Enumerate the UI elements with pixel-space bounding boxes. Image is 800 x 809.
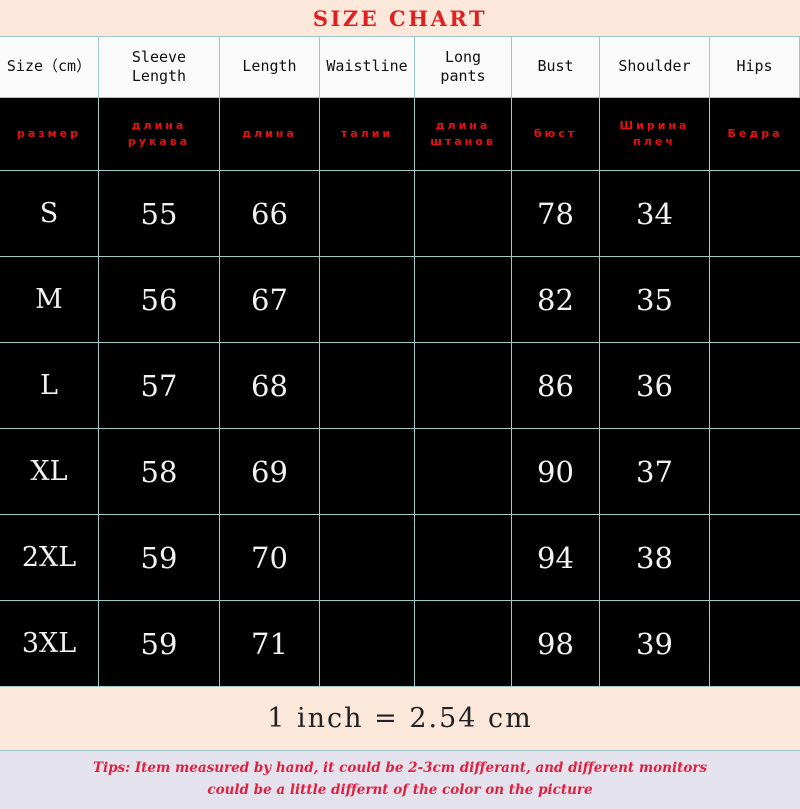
footer-line-1: Tips: Item measured by hand, it could be… <box>93 758 707 780</box>
size-chart-image: SIZE CHART Size（cm） Sleeve Length Length… <box>0 0 800 809</box>
cell-size: L <box>0 343 99 428</box>
cell-shoulder: 38 <box>600 515 710 600</box>
column-header-ru-waistline: талии <box>320 98 415 170</box>
table-row: L 57 68 86 36 <box>0 343 800 429</box>
tips-label: Tips: <box>92 760 131 777</box>
cell-hips <box>710 429 800 514</box>
cell-waistline <box>320 257 415 342</box>
cell-long-pants <box>415 601 512 686</box>
cell-sleeve-length: 59 <box>99 601 220 686</box>
cell-size: 2XL <box>0 515 99 600</box>
cell-bust: 90 <box>512 429 600 514</box>
column-header-waistline: Waistline <box>320 37 415 97</box>
table-row: 2XL 59 70 94 38 <box>0 515 800 601</box>
cell-waistline <box>320 601 415 686</box>
table-row: S 55 66 78 34 <box>0 171 800 257</box>
column-header-size: Size（cm） <box>0 37 99 97</box>
column-header-long-pants: Long pants <box>415 37 512 97</box>
footer-line-2: could be a little differnt of the color … <box>207 782 593 798</box>
column-header-ru-hips: Бедра <box>727 127 783 141</box>
conversion-note: 1 inch = 2.54 cm <box>267 703 533 734</box>
cell-waistline <box>320 343 415 428</box>
cell-hips <box>710 171 800 256</box>
cell-shoulder: 39 <box>600 601 710 686</box>
table-row: 3XL 59 71 98 39 <box>0 601 800 687</box>
tips-text-line-1: Item measured by hand, it could be 2-3cm… <box>134 760 708 777</box>
cell-hips <box>710 515 800 600</box>
cell-sleeve-length: 58 <box>99 429 220 514</box>
cell-sleeve-length: 55 <box>99 171 220 256</box>
cell-hips <box>710 343 800 428</box>
page-title: SIZE CHART <box>312 5 488 31</box>
cell-bust: 98 <box>512 601 600 686</box>
cell-bust: 78 <box>512 171 600 256</box>
cell-sleeve-length: 59 <box>99 515 220 600</box>
column-header-ru-length: длина <box>220 98 320 170</box>
cell-waistline <box>320 171 415 256</box>
cell-length: 69 <box>220 429 320 514</box>
cell-length: 67 <box>220 257 320 342</box>
cell-length: 68 <box>220 343 320 428</box>
cell-hips <box>710 257 800 342</box>
cell-sleeve-length: 56 <box>99 257 220 342</box>
cell-waistline <box>320 515 415 600</box>
table-row: M 56 67 82 35 <box>0 257 800 343</box>
cell-shoulder: 35 <box>600 257 710 342</box>
table-header-row-russian: размер длина рукава длина талии длина шт… <box>0 98 800 171</box>
title-bar: SIZE CHART <box>0 0 800 36</box>
cell-long-pants <box>415 257 512 342</box>
table-header-row: Size（cm） Sleeve Length Length Waistline … <box>0 36 800 98</box>
cell-size: XL <box>0 429 99 514</box>
cell-sleeve-length: 57 <box>99 343 220 428</box>
column-header-shoulder: Shoulder <box>600 37 710 97</box>
cell-bust: 86 <box>512 343 600 428</box>
cell-waistline <box>320 429 415 514</box>
column-header-bust: Bust <box>512 37 600 97</box>
column-header-ru-size: размер <box>0 98 99 170</box>
footer-tips: Tips: Item measured by hand, it could be… <box>0 751 800 809</box>
size-chart-table: Size（cm） Sleeve Length Length Waistline … <box>0 36 800 687</box>
cell-long-pants <box>415 171 512 256</box>
column-header-ru-shoulder: Ширина плеч <box>600 98 710 170</box>
column-header-sleeve-length: Sleeve Length <box>99 37 220 97</box>
cell-shoulder: 34 <box>600 171 710 256</box>
column-header-hips: Hips <box>710 37 800 97</box>
cell-hips <box>710 601 800 686</box>
column-header-length: Length <box>220 37 320 97</box>
cell-length: 71 <box>220 601 320 686</box>
cell-bust: 94 <box>512 515 600 600</box>
cell-long-pants <box>415 429 512 514</box>
cell-size: M <box>0 257 99 342</box>
conversion-bar: 1 inch = 2.54 cm <box>0 687 800 751</box>
column-header-ru-bust: бюст <box>512 98 600 170</box>
cell-length: 66 <box>220 171 320 256</box>
column-header-ru-sleeve-length: длина рукава <box>99 98 220 170</box>
table-row: XL 58 69 90 37 <box>0 429 800 515</box>
cell-shoulder: 36 <box>600 343 710 428</box>
column-header-ru-long-pants: длина штанов <box>415 98 512 170</box>
cell-bust: 82 <box>512 257 600 342</box>
cell-size: S <box>0 171 99 256</box>
cell-long-pants <box>415 343 512 428</box>
cell-length: 70 <box>220 515 320 600</box>
cell-long-pants <box>415 515 512 600</box>
cell-shoulder: 37 <box>600 429 710 514</box>
cell-size: 3XL <box>0 601 99 686</box>
